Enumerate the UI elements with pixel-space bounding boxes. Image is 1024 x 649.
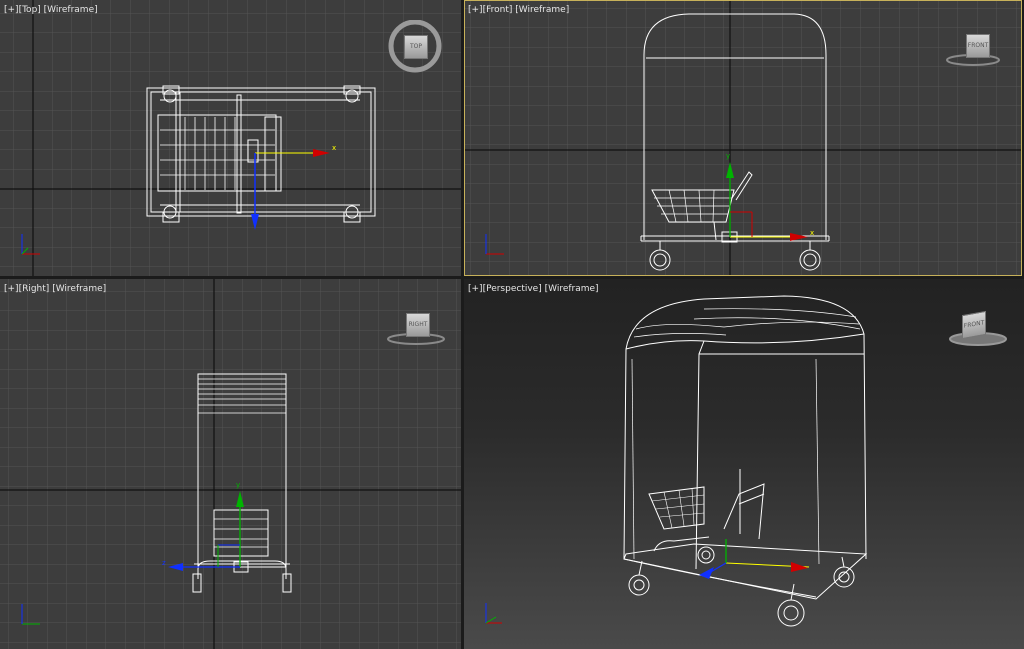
axis-tripod-perspective (485, 603, 502, 624)
viewport-perspective-label: [+][Perspective] [Wireframe] (468, 284, 599, 294)
viewport-view-menu[interactable]: [Right] (19, 284, 50, 294)
viewport-right-label: [+][Right] [Wireframe] (4, 284, 106, 294)
viewport-perspective[interactable]: [+][Perspective] [Wireframe] FRONT (464, 279, 1024, 649)
viewport-shading-menu[interactable]: [Wireframe] (44, 5, 98, 15)
svg-text:z: z (162, 559, 166, 567)
viewport-view-menu[interactable]: [Perspective] (483, 284, 542, 294)
svg-text:y: y (726, 152, 730, 160)
viewport-front-label: [+][Front] [Wireframe] (468, 5, 569, 15)
viewport-front[interactable]: [+][Front] [Wireframe] x y FRONT (464, 0, 1022, 276)
svg-text:x: x (810, 229, 814, 237)
viewcube-front-face[interactable]: FRONT (966, 34, 990, 58)
viewport-top-label: [+][Top] [Wireframe] (4, 5, 98, 15)
front-view-canvas: x y (464, 0, 1022, 276)
viewport-shading-menu[interactable]: [Wireframe] (545, 284, 599, 294)
viewport-menu-plus[interactable]: [+] (468, 284, 483, 294)
viewport-right[interactable]: [+][Right] [Wireframe] y z RIGHT (0, 279, 461, 649)
viewport-shading-menu[interactable]: [Wireframe] (52, 284, 106, 294)
viewport-top[interactable]: [+][Top] [Wireframe] x TOP (0, 0, 461, 276)
viewport-menu-plus[interactable]: [+] (468, 5, 483, 15)
viewport-shading-menu[interactable]: [Wireframe] (515, 5, 569, 15)
viewport-view-menu[interactable]: [Top] (19, 5, 41, 15)
trolley-perspective-wireframe (623, 295, 868, 627)
viewcube-top-face[interactable]: TOP (404, 35, 428, 59)
viewport-menu-plus[interactable]: [+] (4, 284, 19, 294)
viewport-view-menu[interactable]: [Front] (483, 5, 513, 15)
viewcube-right-face[interactable]: RIGHT (406, 313, 430, 337)
svg-text:x: x (332, 144, 336, 152)
svg-text:y: y (236, 481, 240, 489)
viewport-menu-plus[interactable]: [+] (4, 5, 19, 15)
viewcube-perspective-face[interactable]: FRONT (962, 310, 986, 340)
perspective-view-canvas (485, 295, 868, 627)
